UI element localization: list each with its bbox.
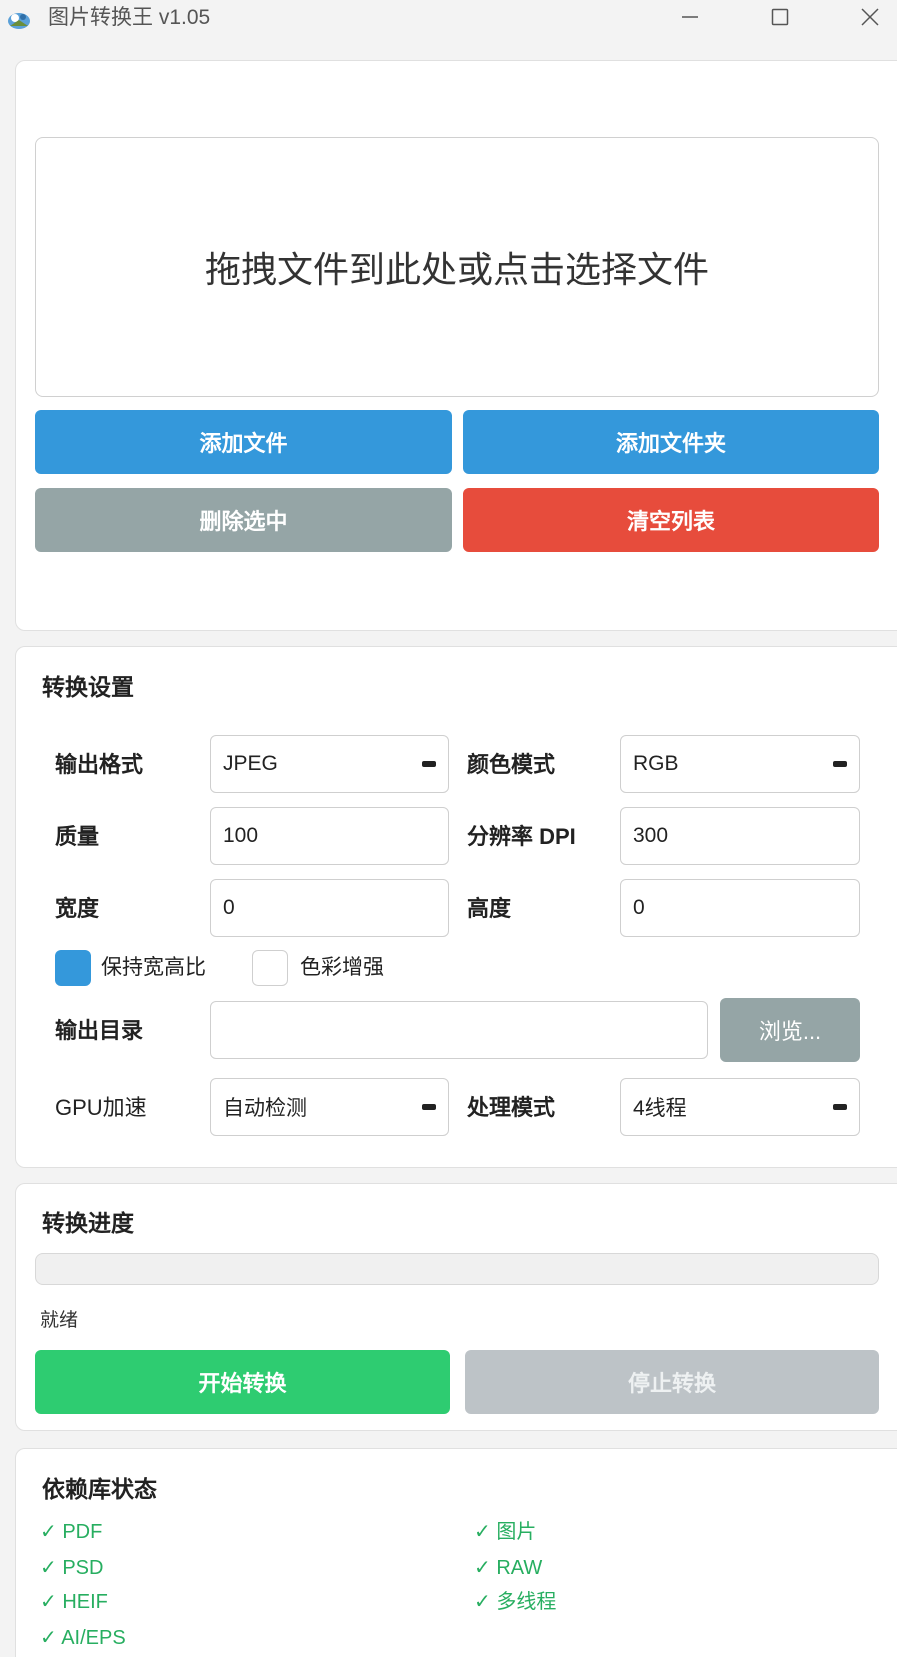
color-enhance-checkbox[interactable] bbox=[252, 950, 288, 986]
settings-title: 转换设置 bbox=[42, 674, 134, 700]
browse-button[interactable]: 浏览... bbox=[720, 998, 860, 1062]
dpi-value: 300 bbox=[633, 824, 669, 847]
height-label: 高度 bbox=[467, 896, 512, 921]
close-icon bbox=[861, 8, 879, 26]
output-dir-label: 输出目录 bbox=[55, 1018, 144, 1043]
keep-ratio-checkbox[interactable] bbox=[55, 950, 91, 986]
dropdown-arrow-icon bbox=[422, 1104, 436, 1110]
check-icon: ✓ bbox=[40, 1627, 57, 1649]
color-mode-select[interactable]: RGB bbox=[620, 735, 860, 793]
check-icon: ✓ bbox=[474, 1557, 491, 1579]
keep-ratio-label: 保持宽高比 bbox=[101, 956, 206, 979]
output-dir-input[interactable] bbox=[210, 1001, 708, 1059]
stop-convert-button: 停止转换 bbox=[465, 1350, 879, 1414]
check-icon: ✓ bbox=[40, 1591, 57, 1613]
gpu-value: 自动检测 bbox=[223, 1097, 307, 1120]
gpu-select[interactable]: 自动检测 bbox=[210, 1078, 449, 1136]
start-convert-button[interactable]: 开始转换 bbox=[35, 1350, 450, 1414]
check-icon: ✓ bbox=[474, 1591, 491, 1613]
status-text: 就绪 bbox=[40, 1310, 79, 1331]
quality-input[interactable]: 100 bbox=[210, 807, 449, 865]
color-mode-value: RGB bbox=[633, 752, 679, 775]
dependency-title: 依赖库状态 bbox=[42, 1476, 157, 1502]
height-value: 0 bbox=[633, 896, 645, 919]
dpi-label: 分辨率 DPI bbox=[467, 824, 576, 849]
add-folder-button[interactable]: 添加文件夹 bbox=[463, 410, 879, 474]
dependency-item: ✓ 图片 bbox=[474, 1521, 537, 1543]
color-mode-label: 颜色模式 bbox=[467, 752, 556, 777]
dropdown-arrow-icon bbox=[422, 761, 436, 767]
output-format-select[interactable]: JPEG bbox=[210, 735, 449, 793]
add-file-button[interactable]: 添加文件 bbox=[35, 410, 452, 474]
check-icon: ✓ bbox=[40, 1557, 57, 1579]
dependency-item: ✓ PSD bbox=[40, 1557, 104, 1579]
title-bar: 图片转换王 v1.05 bbox=[0, 0, 897, 40]
gpu-label: GPU加速 bbox=[55, 1095, 147, 1120]
clear-list-button[interactable]: 清空列表 bbox=[463, 488, 879, 552]
maximize-button[interactable] bbox=[750, 0, 810, 34]
dropdown-arrow-icon bbox=[833, 761, 847, 767]
app-logo-icon bbox=[8, 13, 30, 29]
width-label: 宽度 bbox=[55, 896, 100, 921]
dependency-item: ✓ 多线程 bbox=[474, 1591, 557, 1613]
delete-selected-button[interactable]: 删除选中 bbox=[35, 488, 452, 552]
dropdown-arrow-icon bbox=[833, 1104, 847, 1110]
height-input[interactable]: 0 bbox=[620, 879, 860, 937]
window-title: 图片转换王 v1.05 bbox=[48, 6, 211, 29]
dependency-item: ✓ RAW bbox=[474, 1557, 543, 1579]
maximize-icon bbox=[771, 8, 789, 26]
dependency-item: ✓ AI/EPS bbox=[40, 1627, 126, 1649]
color-enhance-label: 色彩增强 bbox=[300, 956, 384, 979]
output-format-value: JPEG bbox=[223, 752, 278, 775]
check-icon: ✓ bbox=[474, 1521, 491, 1543]
progress-bar bbox=[35, 1253, 879, 1285]
width-value: 0 bbox=[223, 896, 235, 919]
file-dropzone[interactable]: 拖拽文件到此处或点击选择文件 bbox=[35, 137, 879, 397]
quality-label: 质量 bbox=[55, 824, 100, 849]
width-input[interactable]: 0 bbox=[210, 879, 449, 937]
dependency-item: ✓ PDF bbox=[40, 1521, 103, 1543]
dpi-input[interactable]: 300 bbox=[620, 807, 860, 865]
minimize-icon bbox=[682, 16, 698, 18]
output-format-label: 输出格式 bbox=[55, 752, 144, 777]
check-icon: ✓ bbox=[40, 1521, 57, 1543]
mode-value: 4线程 bbox=[633, 1097, 687, 1120]
dependency-item: ✓ HEIF bbox=[40, 1591, 108, 1613]
minimize-button[interactable] bbox=[660, 0, 720, 34]
quality-value: 100 bbox=[223, 824, 259, 847]
close-button[interactable] bbox=[840, 0, 897, 34]
mode-label: 处理模式 bbox=[467, 1095, 556, 1120]
mode-select[interactable]: 4线程 bbox=[620, 1078, 860, 1136]
progress-title: 转换进度 bbox=[42, 1210, 134, 1236]
